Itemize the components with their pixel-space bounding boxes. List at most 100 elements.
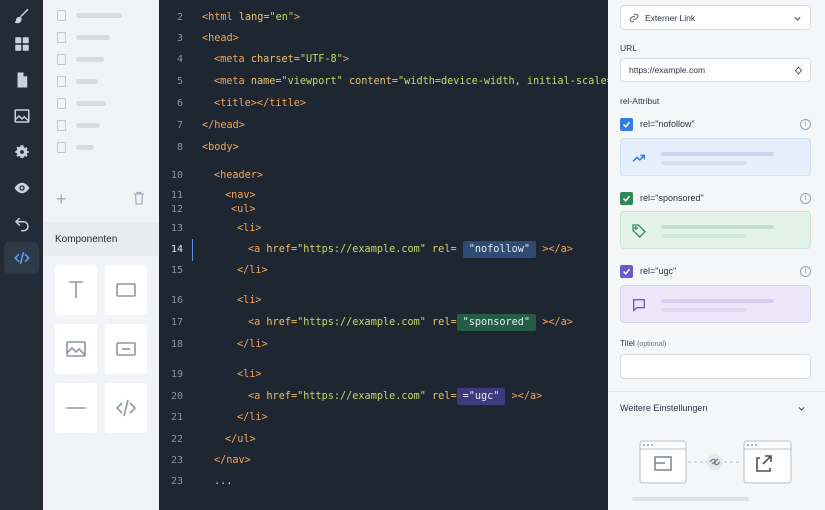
file-icon [57,97,66,109]
line-number: 4 [176,54,183,65]
sponsored-preview [620,211,811,249]
tag-icon [632,224,646,238]
file-icon [57,75,66,87]
code-line: </head> [202,120,245,131]
image-icon [66,341,86,357]
rel-label: rel-Attribut [620,96,660,106]
button-icon [116,342,136,356]
file-icon [57,53,66,65]
line-number: 16 [170,295,183,306]
eye-icon[interactable] [4,172,39,204]
line-number: 10 [170,170,183,181]
code-line: <meta name="viewport" content="width=dev… [214,76,643,87]
code-line: </ul> [225,434,256,445]
grid-icon[interactable] [4,28,39,60]
code-line: </li> [237,412,268,423]
code-line: ... [214,476,233,487]
file-icon [57,31,66,43]
line-number: 2 [176,12,183,23]
line-number: 18 [170,339,183,350]
file-icon [57,119,66,131]
tree-item[interactable] [57,9,122,21]
image-component[interactable] [55,324,97,374]
ugc-option[interactable]: rel="ugc" i [620,263,811,279]
button-component[interactable] [105,324,147,374]
line-number: 21 [170,412,183,423]
text-icon [69,281,83,298]
line-number: 22 [170,434,183,445]
ugc-preview [620,285,811,323]
tree-item[interactable] [57,53,104,65]
checkbox[interactable] [620,117,633,131]
link-type-select[interactable]: Externer Link [620,5,811,30]
line-number: 12 [170,204,183,215]
code-line: <html lang="en"> [202,12,301,23]
url-label: URL [620,43,638,53]
file-icon [57,9,66,21]
line-number: 15 [170,265,183,276]
code-line: <nav> [225,190,256,201]
rel-nofollow-highlight[interactable]: "nofollow" [462,241,537,258]
file-icon [57,141,66,153]
code-icon [115,399,137,417]
tree-item[interactable] [57,97,106,109]
code-line: <ul> [231,204,256,215]
line-number: 6 [176,98,183,109]
undo-icon[interactable] [4,208,39,240]
document-icon[interactable] [4,64,39,96]
tree-item[interactable] [57,119,100,131]
nofollow-option[interactable]: rel="nofollow" i [620,116,811,132]
checkbox[interactable] [620,191,633,205]
components-section-title: Komponenten [43,222,159,256]
icon-rail [0,0,43,510]
tree-item[interactable] [57,141,94,153]
line-number: 23 [170,455,183,466]
sponsored-option[interactable]: rel="sponsored" i [620,190,811,206]
line-number: 7 [176,120,183,131]
info-icon[interactable]: i [800,265,811,277]
trash-icon[interactable] [133,190,145,208]
expand-icon [794,66,803,75]
title-label: Titel (optional) [620,339,667,348]
code-line: <meta charset="UTF-8"> [214,54,349,65]
link-icon [629,13,639,22]
nofollow-preview [620,138,811,176]
code-line: <title></title> [214,98,307,109]
text-component[interactable] [55,265,97,315]
image-icon[interactable] [4,100,39,132]
more-settings-toggle[interactable]: Weitere Einstellungen [620,403,707,413]
chevron-down-icon[interactable] [797,404,806,413]
add-icon[interactable]: + [56,190,67,208]
line-number: 13 [170,223,183,234]
divider-component[interactable] [55,383,97,433]
code-line: <li> [237,295,262,306]
code-line: <a href="https://example.com" rel= "spons… [248,314,573,331]
current-line-marker [192,239,193,261]
code-editor[interactable]: 2 3 4 5 6 7 8 10 11 12 13 14 15 16 17 18… [159,0,643,510]
rel-ugc-highlight[interactable]: ="ugc" [456,388,506,405]
line-number: 23 [170,476,183,487]
line-number: 5 [176,76,183,87]
title-field[interactable] [620,354,811,379]
code-line: <header> [214,170,264,181]
rel-sponsored-highlight[interactable]: "sponsored" [456,314,537,331]
url-field[interactable]: https://example.com [620,58,811,82]
line-number: 11 [170,190,183,201]
box-component[interactable] [105,265,147,315]
chat-icon [633,299,645,312]
trending-up-icon [632,154,646,162]
divider-icon [66,407,86,409]
code-line: <body> [202,142,239,153]
link-diagram [639,440,792,484]
gear-icon[interactable] [4,136,39,168]
info-icon[interactable]: i [800,118,811,130]
code-line: <li> [237,223,262,234]
code-line: <li> [237,369,262,380]
checkbox[interactable] [620,264,633,278]
tree-item[interactable] [57,75,98,87]
code-icon[interactable] [4,242,39,274]
tree-item[interactable] [57,31,110,43]
line-number: 8 [176,142,183,153]
info-icon[interactable]: i [800,192,811,204]
code-component[interactable] [105,383,147,433]
